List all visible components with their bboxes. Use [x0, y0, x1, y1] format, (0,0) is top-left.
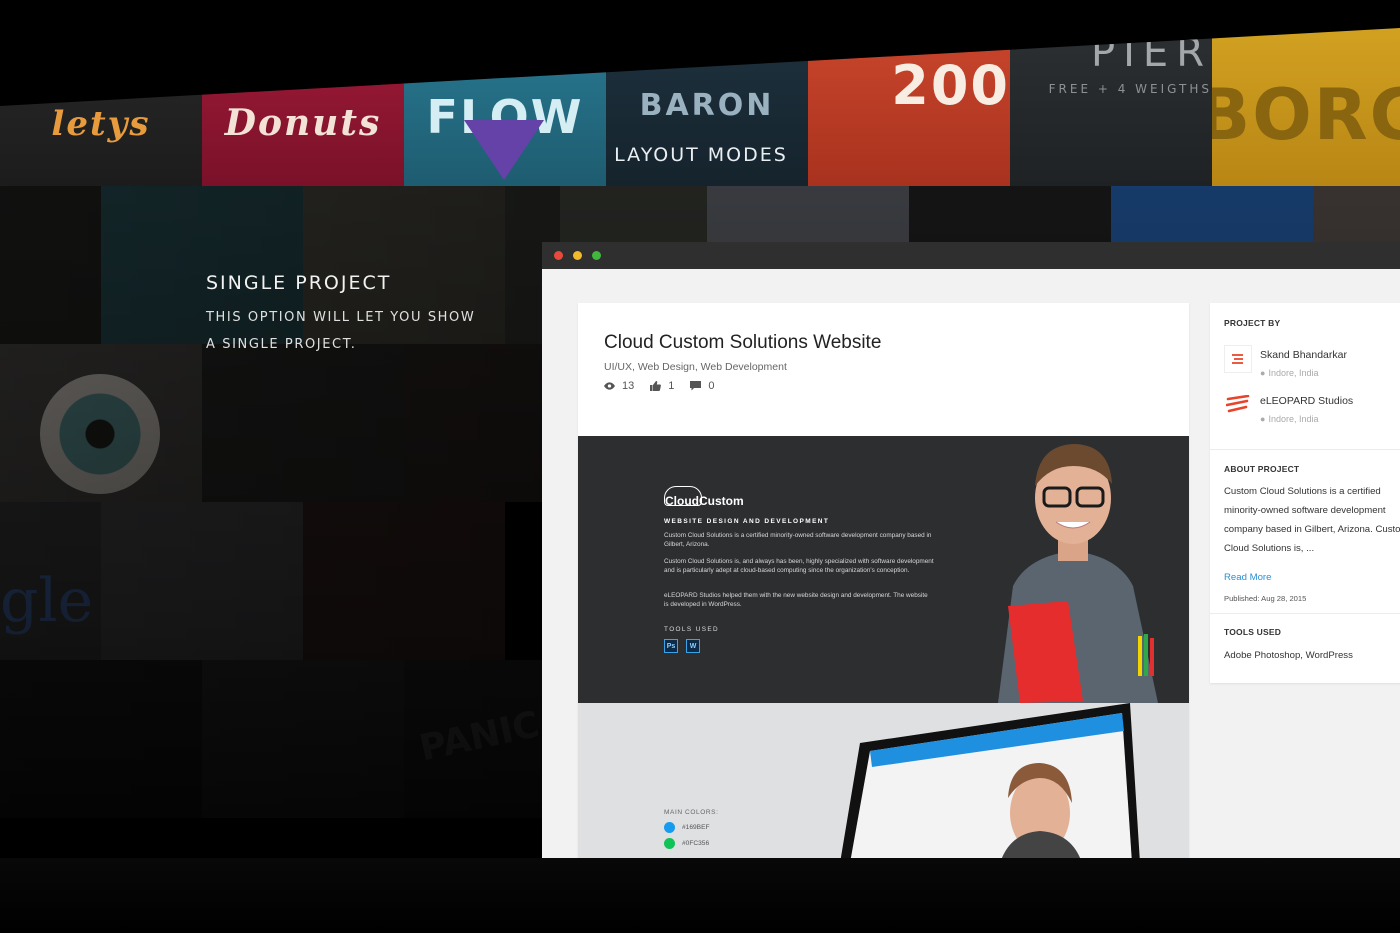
layout-modes-banner: letys Donuts FLOW skole 200 PIER FREE + … — [0, 28, 1400, 186]
person-photo — [958, 436, 1189, 703]
maximize-window-icon[interactable] — [592, 251, 601, 260]
single-project-heading: SINGLE PROJECT — [206, 272, 392, 294]
project-stats: 13 1 0 — [604, 380, 731, 392]
tile-letys: letys — [0, 28, 202, 186]
eleopard-logo-icon — [1226, 395, 1250, 413]
hero-tools-label: TOOLS USED — [664, 626, 720, 633]
project-sidebar: PROJECT BY Skand Bhandarkar ● Indore, Ind… — [1210, 303, 1400, 683]
photoshop-icon: Ps — [664, 639, 678, 653]
client-logo: CloudCustom — [665, 494, 744, 508]
single-project-description: THIS OPTION WILL LET YOU SHOW A SINGLE P… — [206, 310, 476, 352]
tile-flow: FLOW — [404, 28, 606, 186]
views-stat: 13 — [604, 380, 634, 392]
hero-paragraph: Custom Cloud Solutions is, and always ha… — [664, 558, 934, 574]
skole-word: skole — [952, 29, 1010, 54]
owner-avatar — [1224, 391, 1252, 419]
eleopard-logo-icon — [1232, 354, 1243, 364]
main-colors-label: MAIN COLORS: — [664, 809, 719, 816]
tools-used-heading: TOOLS USED — [1224, 627, 1282, 637]
window-chrome — [542, 242, 1400, 269]
layout-modes-heading: LAYOUT MODES — [614, 144, 788, 166]
project-hero-image: CloudCustom WEBSITE DESIGN AND DEVELOPME… — [578, 436, 1189, 703]
close-window-icon[interactable] — [554, 251, 563, 260]
hero-paragraph: eLEOPARD Studios helped them with the ne… — [664, 592, 928, 608]
wordpress-icon: W — [686, 639, 700, 653]
tools-used-text: Adobe Photoshop, WordPress — [1224, 650, 1353, 661]
browser-window: Cloud Custom Solutions Website UI/UX, We… — [542, 242, 1400, 858]
project-tags[interactable]: UI/UX, Web Design, Web Development — [604, 361, 787, 373]
eye-icon — [604, 382, 615, 390]
project-title: Cloud Custom Solutions Website — [604, 332, 882, 353]
owner-eleopard[interactable]: eLEOPARD Studios ● Indore, India — [1224, 391, 1353, 424]
baron-word: BARON — [639, 88, 775, 123]
swatch-blue-icon — [664, 822, 675, 833]
project-card: Cloud Custom Solutions Website UI/UX, We… — [578, 303, 1189, 858]
location-pin-icon: ● — [1260, 368, 1266, 378]
color-swatch-row: #0FC356 — [664, 838, 709, 849]
comments-stat[interactable]: 0 — [690, 380, 715, 392]
swatch-green-icon — [664, 838, 675, 849]
location-pin-icon: ● — [1260, 414, 1266, 424]
comment-icon — [690, 381, 702, 391]
tile-borg: BORG — [1212, 28, 1400, 186]
hero-subtitle: WEBSITE DESIGN AND DEVELOPMENT — [664, 518, 830, 525]
laptop-mockup — [840, 703, 1140, 858]
about-project-heading: ABOUT PROJECT — [1224, 464, 1300, 474]
read-more-link[interactable]: Read More — [1224, 572, 1271, 583]
bottom-fade — [0, 858, 1400, 933]
color-swatch-row: #169BEF — [664, 822, 710, 833]
likes-stat[interactable]: 1 — [650, 380, 674, 392]
owner-avatar — [1224, 345, 1252, 373]
owner-skand[interactable]: Skand Bhandarkar ● Indore, India — [1224, 345, 1347, 378]
tile-pier: PIER FREE + 4 WEIGTHS — [1010, 28, 1212, 186]
about-project-text: Custom Cloud Solutions is a certified mi… — [1224, 486, 1400, 554]
minimize-window-icon[interactable] — [573, 251, 582, 260]
project-by-heading: PROJECT BY — [1224, 318, 1281, 328]
thumbs-up-icon — [650, 381, 662, 391]
published-date: Published: Aug 28, 2015 — [1224, 594, 1307, 603]
tile-skole: skole 200 — [808, 28, 1010, 186]
hero-paragraph: Custom Cloud Solutions is a certified mi… — [664, 532, 932, 548]
project-second-image: MAIN COLORS: #169BEF #0FC356 — [578, 703, 1189, 858]
tile-donuts: Donuts — [202, 28, 404, 186]
